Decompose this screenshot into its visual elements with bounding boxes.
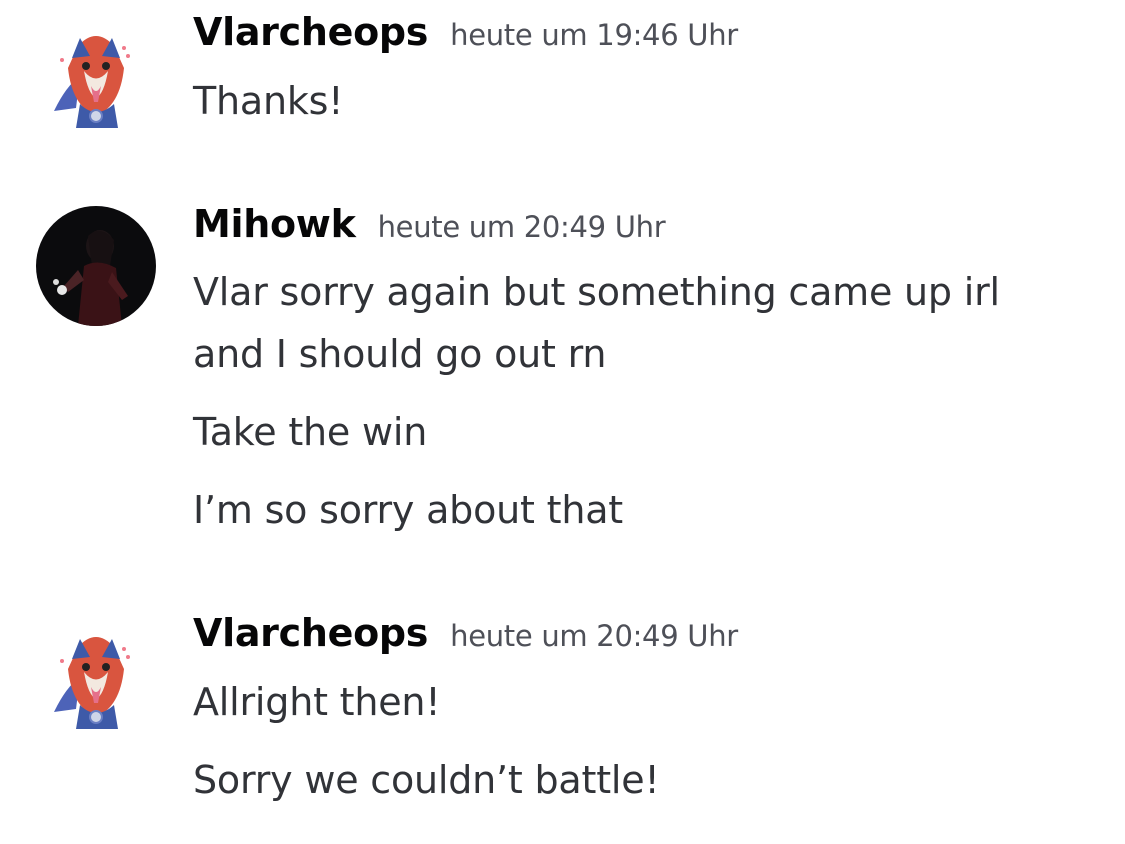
message-text: I’m so sorry about that xyxy=(193,488,623,532)
message-header: Mihowk heute um 20:49 Uhr xyxy=(193,202,666,246)
message-text: Allright then! xyxy=(193,680,441,724)
wolf-pokemon-avatar-icon xyxy=(36,617,156,737)
timestamp[interactable]: heute um 19:46 Uhr xyxy=(450,18,738,52)
message-header: Vlarcheops heute um 20:49 Uhr xyxy=(193,611,738,655)
username[interactable]: Vlarcheops xyxy=(193,611,428,655)
message-text: Take the win xyxy=(193,410,428,454)
message-header: Vlarcheops heute um 19:46 Uhr xyxy=(193,10,738,54)
avatar[interactable] xyxy=(36,617,156,737)
wolf-pokemon-avatar-icon xyxy=(36,16,156,136)
message-text: Vlar sorry again but something came up i… xyxy=(193,270,1000,314)
message-text: and I should go out rn xyxy=(193,332,607,376)
timestamp[interactable]: heute um 20:49 Uhr xyxy=(450,619,738,653)
username[interactable]: Vlarcheops xyxy=(193,10,428,54)
username[interactable]: Mihowk xyxy=(193,202,356,246)
avatar[interactable] xyxy=(36,206,156,326)
timestamp[interactable]: heute um 20:49 Uhr xyxy=(378,210,666,244)
avatar[interactable] xyxy=(36,16,156,136)
dark-figure-avatar-icon xyxy=(36,206,156,326)
message-text: Sorry we couldn’t battle! xyxy=(193,758,660,802)
message-text: Thanks! xyxy=(193,79,344,123)
